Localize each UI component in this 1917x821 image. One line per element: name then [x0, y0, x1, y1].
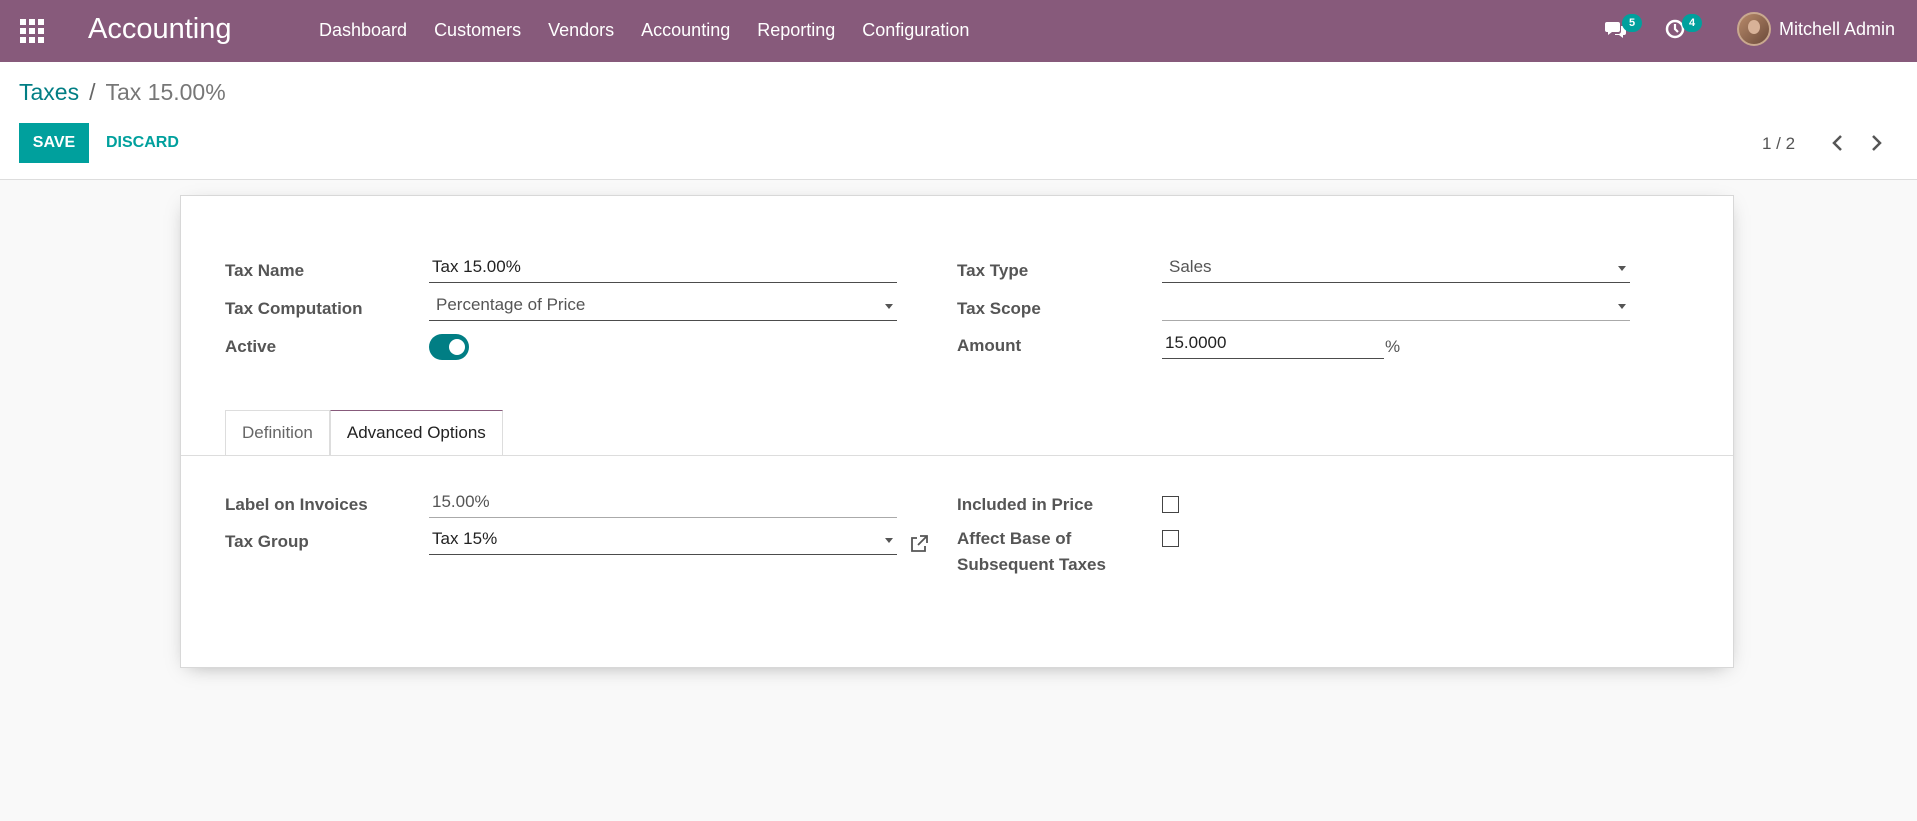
tax-computation-label: Tax Computation [225, 299, 363, 318]
pager-previous-button[interactable] [1828, 132, 1848, 154]
messages-count-badge: 5 [1622, 14, 1642, 32]
top-navbar: Accounting Dashboard Customers Vendors A… [0, 0, 1917, 62]
chevron-left-icon [1832, 135, 1842, 151]
label-on-invoices-label: Label on Invoices [225, 495, 368, 514]
main-menu: Dashboard Customers Vendors Accounting R… [319, 20, 996, 41]
active-toggle[interactable] [429, 334, 469, 360]
discard-button[interactable]: DISCARD [106, 123, 179, 163]
user-menu[interactable]: Mitchell Admin [1737, 12, 1895, 46]
user-name: Mitchell Admin [1779, 18, 1896, 39]
breadcrumb-separator: / [89, 79, 96, 105]
messages-button[interactable]: 5 [1605, 14, 1642, 45]
label-on-invoices-input[interactable]: 15.00% [429, 487, 897, 518]
control-panel: Taxes / Tax 15.00% SAVE DISCARD 1 / 2 [0, 62, 1917, 180]
amount-label: Amount [957, 336, 1022, 355]
activities-count-badge: 4 [1682, 14, 1702, 32]
menu-item-reporting[interactable]: Reporting [757, 20, 835, 41]
breadcrumb-current: Tax 15.00% [105, 79, 226, 105]
tab-definition[interactable]: Definition [225, 410, 330, 455]
chevron-right-icon [1872, 135, 1882, 151]
pager-value[interactable]: 1 / 2 [1762, 134, 1795, 154]
breadcrumb: Taxes / Tax 15.00% [19, 79, 226, 106]
activities-button[interactable]: 4 [1665, 14, 1702, 45]
included-in-price-label: Included in Price [957, 495, 1094, 514]
active-label: Active [225, 337, 277, 356]
affect-base-label-line1: Affect Base of [957, 529, 1072, 548]
tax-name-label: Tax Name [225, 261, 305, 280]
menu-item-configuration[interactable]: Configuration [862, 20, 969, 41]
dropdown-caret-icon [1618, 304, 1626, 309]
menu-item-dashboard[interactable]: Dashboard [319, 20, 407, 41]
tax-type-value: Sales [1169, 257, 1212, 276]
affect-base-checkbox[interactable] [1162, 530, 1179, 547]
save-button[interactable]: SAVE [19, 123, 89, 163]
tax-group-label: Tax Group [225, 532, 309, 551]
affect-base-label-line2: Subsequent Taxes [957, 555, 1106, 574]
pager-next-button[interactable] [1866, 132, 1886, 154]
tax-group-value: Tax 15% [432, 529, 498, 548]
external-link-icon[interactable] [909, 534, 929, 554]
menu-item-accounting[interactable]: Accounting [641, 20, 730, 41]
tax-type-select[interactable]: Sales [1162, 252, 1630, 283]
breadcrumb-taxes-link[interactable]: Taxes [19, 79, 79, 106]
notebook-tabs: Definition Advanced Options [225, 410, 503, 455]
dropdown-caret-icon [1618, 266, 1626, 271]
tax-name-input[interactable]: Tax 15.00% [429, 252, 897, 283]
amount-unit: % [1385, 337, 1401, 356]
amount-input[interactable]: 15.0000 [1162, 328, 1384, 359]
dropdown-caret-icon [885, 304, 893, 309]
tax-scope-label: Tax Scope [957, 299, 1041, 318]
tab-advanced-options[interactable]: Advanced Options [329, 410, 503, 455]
tax-type-label: Tax Type [957, 261, 1029, 280]
app-menu-grid-icon[interactable] [20, 19, 44, 43]
app-title[interactable]: Accounting [88, 13, 232, 46]
included-in-price-checkbox[interactable] [1162, 496, 1179, 513]
tax-group-select[interactable]: Tax 15% [429, 524, 897, 555]
form-sheet: Tax Name Tax 15.00% Tax Computation Perc… [180, 195, 1734, 668]
dropdown-caret-icon [885, 538, 893, 543]
avatar [1737, 12, 1771, 46]
tax-computation-value: Percentage of Price [436, 295, 586, 314]
menu-item-vendors[interactable]: Vendors [548, 20, 614, 41]
tax-computation-select[interactable]: Percentage of Price [429, 290, 897, 321]
tax-scope-select[interactable] [1162, 290, 1630, 321]
tab-divider [181, 455, 1733, 456]
menu-item-customers[interactable]: Customers [434, 20, 521, 41]
